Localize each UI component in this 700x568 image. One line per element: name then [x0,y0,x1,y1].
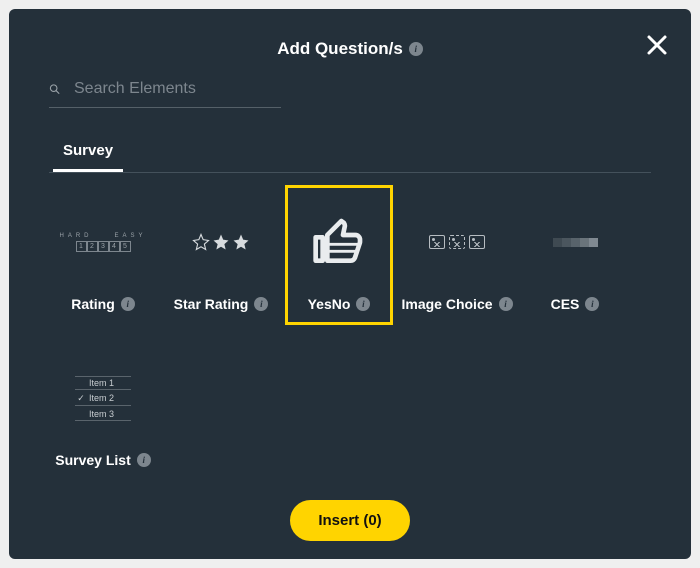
info-icon[interactable]: i [409,42,423,56]
tabs: Survey [49,142,651,173]
tile-label: Image Choice [401,296,492,312]
modal-title: Add Question/s [277,39,403,59]
tile-label: Star Rating [174,296,249,312]
tile-label: Survey List [55,452,130,468]
rating-icon: HARD EASY 1 2 3 4 5 [52,188,154,296]
rating-hard-label: HARD [59,233,92,239]
add-questions-modal: Add Question/s i Survey HARD EASY 1 [9,9,691,559]
thumbs-up-icon [288,188,390,296]
ces-icon [524,188,626,296]
tile-star-rating[interactable]: Star Rating i [167,185,275,325]
tile-label: CES [551,296,580,312]
info-icon[interactable]: i [499,297,513,311]
tile-yesno[interactable]: YesNo i [285,185,393,325]
tile-label: Rating [71,296,115,312]
info-icon[interactable]: i [254,297,268,311]
search-row [49,79,281,108]
search-icon [49,79,60,99]
close-icon [646,34,668,56]
survey-list-icon: Item 1 ✓Item 2 Item 3 [52,344,154,452]
rating-easy-label: EASY [115,233,147,239]
search-input[interactable] [74,80,281,98]
close-button[interactable] [643,31,671,59]
tile-label: YesNo [308,296,351,312]
insert-button[interactable]: Insert (0) [290,500,409,541]
tile-survey-list[interactable]: Item 1 ✓Item 2 Item 3 Survey List i [49,341,157,481]
modal-footer: Insert (0) [9,500,691,541]
info-icon[interactable]: i [121,297,135,311]
info-icon[interactable]: i [137,453,151,467]
tile-ces[interactable]: CES i [521,185,629,325]
info-icon[interactable]: i [585,297,599,311]
image-choice-icon [406,188,508,296]
question-grid: HARD EASY 1 2 3 4 5 Rating i [49,185,651,481]
star-icon [170,188,272,296]
tab-survey[interactable]: Survey [53,142,123,172]
info-icon[interactable]: i [356,297,370,311]
tile-image-choice[interactable]: Image Choice i [403,185,511,325]
modal-header: Add Question/s i [49,9,651,59]
tile-rating[interactable]: HARD EASY 1 2 3 4 5 Rating i [49,185,157,325]
